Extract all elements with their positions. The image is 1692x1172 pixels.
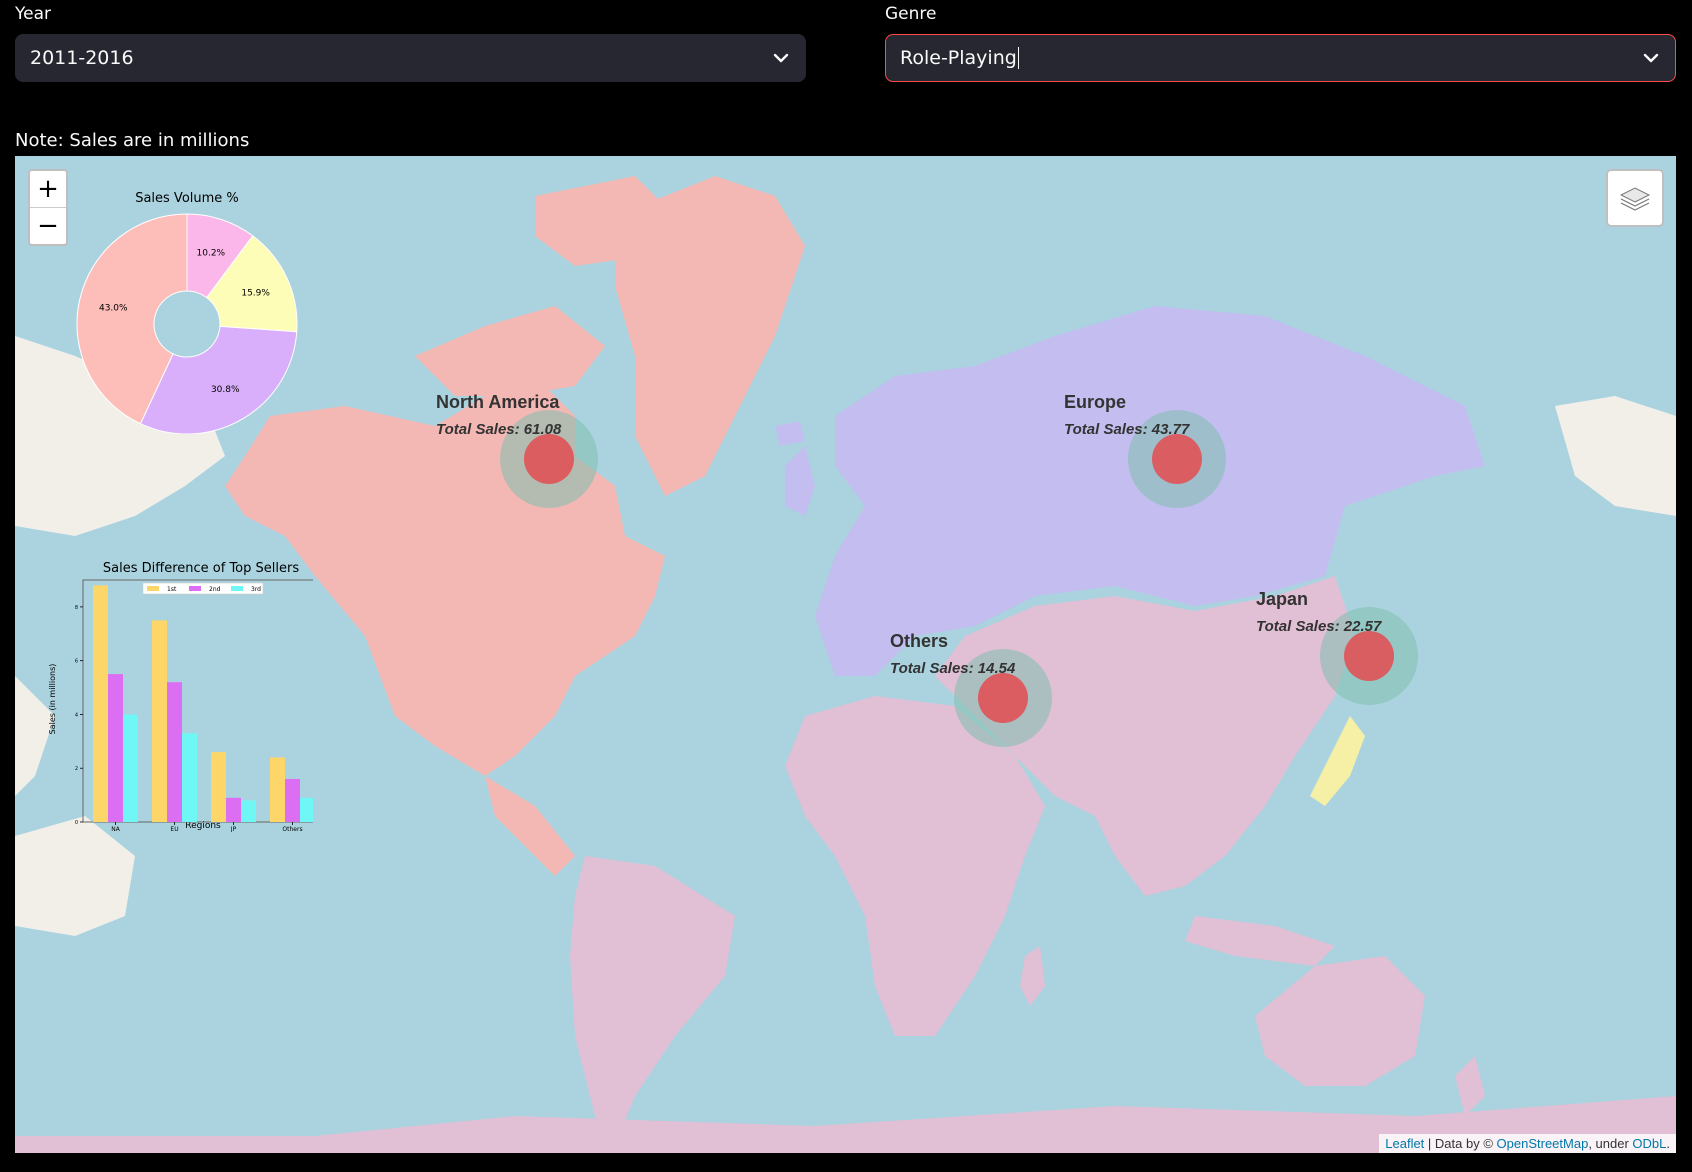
year-select[interactable]: 2011-2016	[15, 34, 806, 82]
chevron-down-icon[interactable]	[1641, 48, 1661, 68]
year-value: 2011-2016	[30, 47, 134, 69]
region-total-sales: Total Sales: 61.08	[436, 421, 562, 438]
bar	[241, 800, 256, 822]
odbl-link[interactable]: ODbL	[1632, 1136, 1666, 1151]
legend-label: 3rd	[251, 586, 261, 593]
year-label: Year	[15, 4, 51, 24]
region-total-sales: Total Sales: 22.57	[1256, 618, 1382, 635]
region-label-japan: Japan Total Sales: 22.57	[1256, 589, 1381, 635]
region-label-others: Others Total Sales: 14.54	[890, 631, 1015, 677]
text-caret	[1017, 47, 1019, 70]
bar	[285, 778, 300, 822]
legend-swatch	[147, 586, 159, 591]
pie-slice-label: 43.0%	[99, 304, 128, 314]
genre-value: Role-Playing	[900, 46, 1017, 69]
legend-swatch	[189, 586, 201, 591]
bar	[270, 757, 285, 822]
bar	[211, 752, 226, 822]
bar	[226, 797, 241, 822]
y-tick-label: 8	[75, 605, 78, 611]
bar-chart-legend: 1st 2nd 3rd	[142, 582, 264, 595]
region-name: Others	[890, 631, 949, 651]
region-total-sales: Total Sales: 14.54	[890, 660, 1016, 677]
attribution-text: | Data by ©	[1424, 1136, 1497, 1151]
legend-label: 1st	[167, 586, 177, 593]
region-label-europe: Europe Total Sales: 43.77	[1064, 392, 1189, 438]
bar	[167, 682, 182, 822]
bar	[108, 674, 123, 822]
region-total-sales: Total Sales: 43.77	[1064, 421, 1190, 438]
region-name: Europe	[1064, 392, 1127, 412]
pie-slice-label: 10.2%	[197, 248, 226, 258]
bar-chart-title: Sales Difference of Top Sellers	[103, 561, 299, 576]
bar	[152, 620, 167, 822]
bar	[300, 797, 313, 822]
y-tick-label: 4	[75, 712, 78, 718]
sales-volume-pie-chart: Sales Volume % 10.2% 15.9% 30.8% 43.0%	[76, 191, 298, 434]
region-label-north-america: North America Total Sales: 61.08	[436, 392, 561, 438]
pie-slice	[139, 325, 298, 434]
openstreetmap-link[interactable]: OpenStreetMap	[1497, 1136, 1589, 1151]
y-tick-label: 2	[75, 766, 78, 772]
x-tick-label: EU	[170, 826, 178, 832]
attribution-text: .	[1666, 1136, 1670, 1151]
genre-select[interactable]: Role-Playing	[885, 34, 1676, 82]
bar	[182, 733, 197, 822]
sales-note: Note: Sales are in millions	[15, 130, 250, 151]
sales-difference-bar-chart: Sales Difference of Top Sellers Regions …	[48, 561, 313, 832]
bar	[93, 585, 108, 822]
chevron-down-icon[interactable]	[771, 48, 791, 68]
region-name: North America	[436, 392, 560, 412]
y-tick-label: 0	[75, 820, 78, 826]
legend-swatch	[231, 586, 243, 591]
bar-chart-ylabel: Sales (in millions)	[48, 664, 57, 735]
genre-label: Genre	[885, 4, 937, 24]
bar	[123, 714, 138, 822]
legend-label: 2nd	[209, 586, 221, 593]
map-attribution: Leaflet | Data by © OpenStreetMap, under…	[1379, 1134, 1676, 1153]
x-tick-label: JP	[230, 826, 237, 832]
leaflet-link[interactable]: Leaflet	[1385, 1136, 1424, 1151]
pie-slice-label: 30.8%	[211, 385, 240, 395]
y-tick-label: 6	[75, 659, 78, 665]
x-tick-label: Others	[282, 826, 302, 832]
pie-chart-title: Sales Volume %	[135, 191, 239, 206]
pie-slice-label: 15.9%	[241, 289, 270, 299]
attribution-text: , under	[1588, 1136, 1633, 1151]
x-tick-label: NA	[111, 826, 120, 832]
region-name: Japan	[1256, 589, 1309, 609]
world-map[interactable]: + − North America Total Sales: 61.08 Eur…	[15, 156, 1676, 1153]
